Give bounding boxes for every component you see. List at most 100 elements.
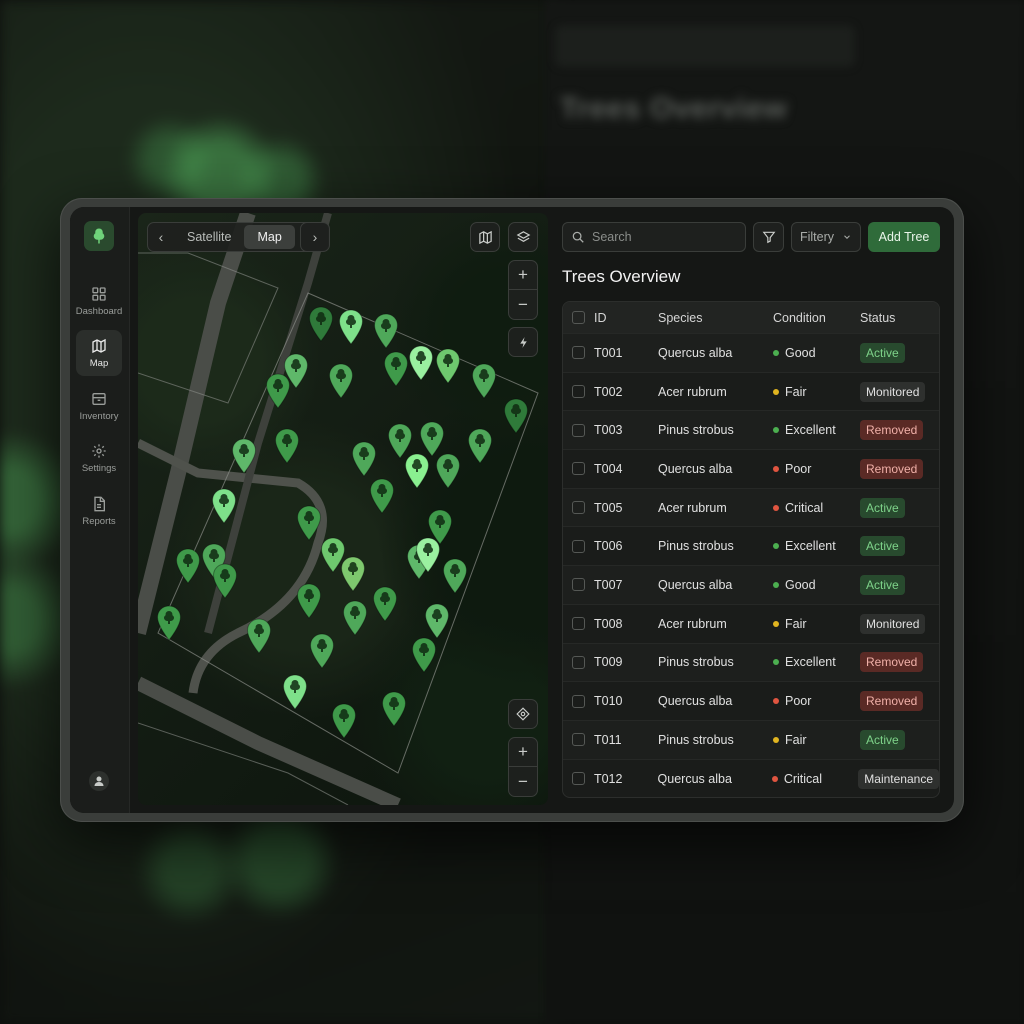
map-panel[interactable]: ‹ Satellite Map › + − + − bbox=[138, 213, 548, 805]
condition-dot bbox=[771, 775, 778, 782]
tree-marker[interactable] bbox=[308, 306, 334, 342]
tree-marker[interactable] bbox=[296, 505, 322, 541]
row-checkbox[interactable] bbox=[572, 578, 585, 592]
tree-marker[interactable] bbox=[467, 428, 493, 464]
row-checkbox[interactable] bbox=[572, 385, 585, 399]
filter-button[interactable] bbox=[753, 222, 784, 252]
column-header-id[interactable]: ID bbox=[594, 311, 658, 325]
tree-marker[interactable] bbox=[331, 703, 357, 739]
tree-marker[interactable] bbox=[419, 421, 445, 457]
table-row[interactable]: T003 Pinus strobus Excellent Removed bbox=[563, 411, 939, 451]
table-row[interactable]: T005 Acer rubrum Critical Active bbox=[563, 488, 939, 528]
tree-marker[interactable] bbox=[503, 398, 529, 434]
tree-marker[interactable] bbox=[435, 348, 461, 384]
tree-marker[interactable] bbox=[338, 309, 364, 345]
layers-button[interactable] bbox=[508, 222, 538, 252]
table-row[interactable]: T009 Pinus strobus Excellent Removed bbox=[563, 643, 939, 683]
compass-button[interactable] bbox=[508, 327, 538, 357]
row-checkbox[interactable] bbox=[572, 423, 585, 437]
tree-marker[interactable] bbox=[372, 586, 398, 622]
tree-marker[interactable] bbox=[246, 618, 272, 654]
status-badge: Removed bbox=[860, 420, 924, 441]
app-logo[interactable] bbox=[84, 221, 114, 251]
row-checkbox[interactable] bbox=[572, 655, 585, 669]
condition-label: Fair bbox=[785, 384, 807, 399]
table-header: ID Species Condition Status bbox=[563, 302, 939, 334]
zoom-out-button[interactable]: − bbox=[509, 290, 537, 319]
map-next-button[interactable]: › bbox=[300, 222, 330, 252]
tree-marker[interactable] bbox=[296, 583, 322, 619]
row-checkbox[interactable] bbox=[572, 772, 585, 786]
tree-marker[interactable] bbox=[265, 373, 291, 409]
user-avatar[interactable] bbox=[89, 771, 109, 791]
map-prev-button[interactable]: ‹ bbox=[148, 229, 174, 245]
sidebar-item-map[interactable]: Map bbox=[76, 330, 122, 376]
row-checkbox[interactable] bbox=[572, 346, 585, 360]
sidebar-item-dashboard[interactable]: Dashboard bbox=[76, 278, 122, 324]
tree-marker[interactable] bbox=[411, 637, 437, 673]
row-checkbox[interactable] bbox=[572, 617, 585, 631]
select-all-checkbox[interactable] bbox=[572, 311, 585, 324]
column-header-status[interactable]: Status bbox=[860, 311, 939, 325]
tab-map[interactable]: Map bbox=[244, 225, 295, 249]
tree-marker[interactable] bbox=[342, 600, 368, 636]
tree-marker[interactable] bbox=[381, 691, 407, 727]
table-row[interactable]: T004 Quercus alba Poor Removed bbox=[563, 450, 939, 489]
tree-marker[interactable] bbox=[415, 537, 441, 573]
tree-marker[interactable] bbox=[340, 556, 366, 592]
table-row[interactable]: T012 Quercus alba Critical Maintenance bbox=[563, 760, 939, 797]
tree-marker[interactable] bbox=[404, 453, 430, 489]
table-row[interactable]: T001 Quercus alba Good Active bbox=[563, 334, 939, 373]
condition-dot bbox=[773, 465, 779, 472]
column-header-species[interactable]: Species bbox=[658, 311, 773, 325]
zoom-in-button-bottom[interactable]: + bbox=[509, 738, 537, 767]
tree-marker[interactable] bbox=[408, 345, 434, 381]
tree-marker[interactable] bbox=[424, 603, 450, 639]
condition-dot bbox=[773, 427, 779, 434]
tree-marker[interactable] bbox=[175, 548, 201, 584]
sidebar-item-settings[interactable]: Settings bbox=[76, 435, 122, 481]
row-checkbox[interactable] bbox=[572, 501, 585, 515]
column-header-condition[interactable]: Condition bbox=[773, 311, 860, 325]
tab-satellite[interactable]: Satellite bbox=[174, 225, 244, 249]
table-row[interactable]: T006 Pinus strobus Excellent Active bbox=[563, 527, 939, 567]
locate-button[interactable] bbox=[508, 699, 538, 729]
map-style-button[interactable] bbox=[470, 222, 500, 252]
table-row[interactable]: T008 Acer rubrum Fair Monitored bbox=[563, 605, 939, 644]
table-row[interactable]: T011 Pinus strobus Fair Active bbox=[563, 720, 939, 760]
tree-marker[interactable] bbox=[471, 363, 497, 399]
tree-marker[interactable] bbox=[351, 441, 377, 477]
tree-marker[interactable] bbox=[156, 605, 182, 641]
page-title: Trees Overview bbox=[562, 267, 681, 286]
row-checkbox[interactable] bbox=[572, 694, 585, 708]
tree-marker[interactable] bbox=[282, 674, 308, 710]
tree-marker[interactable] bbox=[328, 363, 354, 399]
table-row[interactable]: T007 Quercus alba Good Active bbox=[563, 566, 939, 605]
zoom-in-button[interactable]: + bbox=[509, 261, 537, 290]
app-screen: Dashboard Map Inventory Settings Reports ‹ S… bbox=[70, 207, 954, 813]
row-checkbox[interactable] bbox=[572, 733, 585, 747]
sidebar-item-reports[interactable]: Reports bbox=[76, 488, 122, 534]
sidebar-item-inventory[interactable]: Inventory bbox=[76, 383, 122, 429]
status-badge: Active bbox=[860, 536, 905, 557]
add-tree-button[interactable]: Add Tree bbox=[868, 222, 940, 252]
zoom-out-button-bottom[interactable]: − bbox=[509, 767, 537, 796]
tree-marker[interactable] bbox=[383, 351, 409, 387]
table-row[interactable]: T002 Acer rubrum Fair Monitored bbox=[563, 373, 939, 412]
tree-marker[interactable] bbox=[369, 478, 395, 514]
search-input[interactable] bbox=[592, 230, 732, 244]
table-row[interactable]: T010 Quercus alba Poor Removed bbox=[563, 682, 939, 721]
row-checkbox[interactable] bbox=[572, 539, 585, 553]
row-checkbox[interactable] bbox=[572, 462, 585, 476]
tree-marker[interactable] bbox=[211, 488, 237, 524]
tree-marker[interactable] bbox=[435, 453, 461, 489]
sidebar-item-label: Map bbox=[89, 357, 109, 369]
tree-marker[interactable] bbox=[231, 438, 257, 474]
tree-marker[interactable] bbox=[212, 563, 238, 599]
search-box[interactable] bbox=[562, 222, 746, 252]
tree-marker[interactable] bbox=[442, 558, 468, 594]
filter-dropdown[interactable]: Filtery bbox=[791, 222, 861, 252]
tree-marker[interactable] bbox=[274, 428, 300, 464]
tree-marker[interactable] bbox=[373, 313, 399, 349]
tree-marker[interactable] bbox=[309, 633, 335, 669]
